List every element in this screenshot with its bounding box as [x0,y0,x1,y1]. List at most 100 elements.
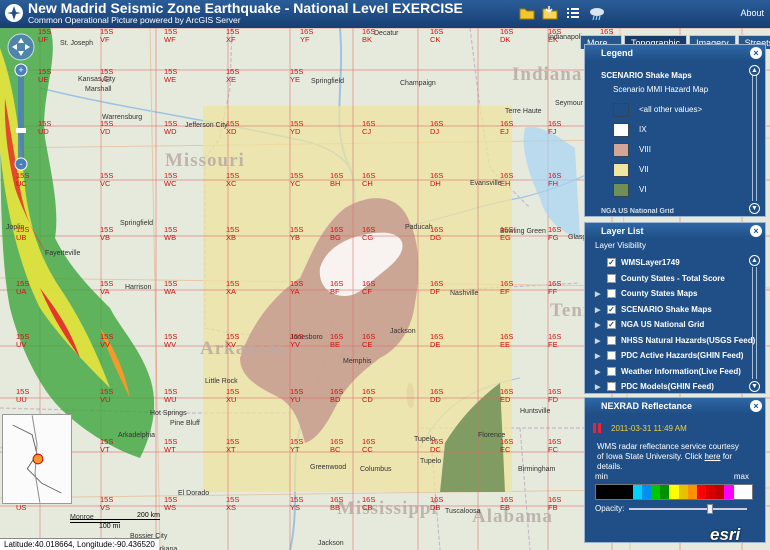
color-scale-step [605,485,615,499]
grid-square: BK [362,35,373,44]
grid-label: 16S DJ [430,120,443,136]
scroll-down-icon[interactable]: ▼ [749,381,760,392]
color-scale-step [742,485,752,499]
grid-label: 16S EF [500,280,513,296]
color-scale-step [651,485,661,499]
grid-label: 16S EC [500,438,513,454]
nexrad-description: WMS radar reflectance service courtesy o… [597,442,747,472]
city-label: Springfield [311,78,345,85]
grid-square: DJ [430,127,440,136]
layer-checkbox[interactable] [607,335,616,345]
scroll-up-icon[interactable]: ▲ [749,255,760,266]
close-icon[interactable]: × [750,225,762,237]
state-label: Indiana [512,64,583,85]
expand-arrow-icon[interactable]: ▶ [595,368,600,376]
scroll-up-icon[interactable]: ▲ [749,65,760,76]
city-label: Jackson [318,540,344,547]
layer-list-scrollbar[interactable] [752,267,757,379]
expand-arrow-icon[interactable]: ▶ [595,306,600,314]
grid-square: XS [226,503,237,512]
expand-arrow-icon[interactable]: ▶ [595,352,600,360]
layer-checkbox[interactable] [607,351,616,360]
grid-square: XF [226,35,236,44]
expand-arrow-icon[interactable]: ▶ [595,290,600,298]
city-label: Pine Bluff [170,420,200,427]
grid-label: 15S YU [290,388,303,404]
grid-square: CC [362,445,373,454]
layer-checkbox[interactable] [607,273,616,283]
grid-label: 16S BB [330,496,343,512]
grid-label: 15S YB [290,226,303,242]
grid-label: 16S EJ [500,120,513,136]
color-scale-step [706,485,716,499]
opacity-slider[interactable] [629,504,747,514]
close-icon[interactable]: × [750,400,762,412]
grid-label: 16S DC [430,438,443,454]
grid-square: FB [548,503,558,512]
city-label: Memphis [343,358,372,365]
grid-label: 15S WD [164,120,177,136]
legend-item-label: VII [639,165,649,174]
color-scale-step [724,485,734,499]
folder-icon[interactable] [518,4,536,22]
grid-label: 16S BK [362,28,375,44]
expand-arrow-icon[interactable]: ▶ [595,383,600,391]
grid-square: VS [100,503,111,512]
city-label: Tupelo [420,458,442,465]
grid-square: VT [100,445,110,454]
grid-label: 15S XF [226,28,239,44]
state-label: Arkansas [200,338,286,359]
city-label: Jackson [390,328,416,335]
weather-icon[interactable] [588,4,606,22]
grid-label: 15S YD [290,120,303,136]
color-scale-step [678,485,688,499]
layer-label: County States - Total Score [621,273,725,283]
grid-label: 16S CJ [362,120,375,136]
open-folder-icon[interactable] [541,4,559,22]
close-icon[interactable]: × [750,47,762,59]
zoom-navigation-control[interactable]: + - [6,32,36,182]
color-scale-step [614,485,624,499]
city-label: Tuscaloosa [445,508,481,515]
legend-panel: Legend × SCENARIO Shake Maps Scenario MM… [584,44,766,217]
layer-checkbox[interactable] [607,366,616,376]
pause-icon[interactable] [593,423,602,433]
grid-label: 16S CE [362,333,375,349]
expand-arrow-icon[interactable]: ▶ [595,321,600,329]
color-scale-step [623,485,633,499]
city-label: St. Joseph [60,40,94,47]
legend-swatch [613,183,629,197]
grid-square: EK [548,35,559,44]
legend-scrollbar[interactable] [752,75,757,201]
scroll-down-icon[interactable]: ▼ [749,203,760,214]
grid-label: 15S XV [226,333,239,349]
grid-label: 16S BH [330,172,343,188]
city-label: Columbus [360,466,392,473]
grid-label: 16S CD [362,388,375,404]
city-label: Greenwood [310,464,347,471]
layer-label: SCENARIO Shake Maps [621,304,712,314]
layer-checkbox[interactable] [607,289,616,298]
color-scale-step [733,485,743,499]
grid-square: XE [226,75,237,84]
layer-checkbox[interactable]: ✓ [607,304,616,314]
layer-checkbox[interactable] [607,382,616,391]
list-icon[interactable] [564,4,582,22]
grid-square: DB [430,503,441,512]
details-link[interactable]: here [704,452,720,461]
layer-checkbox[interactable]: ✓ [607,320,616,329]
grid-label: 15S XB [226,226,239,242]
expand-arrow-icon[interactable]: ▶ [595,337,600,345]
layer-checkbox[interactable]: ✓ [607,258,616,267]
city-label: Terre Haute [505,108,542,115]
grid-square: DC [430,445,441,454]
grid-label: 16S FC [548,438,561,454]
grid-label: 16S DK [500,28,513,44]
opacity-label: Opacity: [595,504,625,513]
grid-square: FC [548,445,558,454]
scale-km: 200 km [70,512,160,520]
opacity-slider-thumb[interactable] [707,504,714,514]
overview-map[interactable] [2,414,72,504]
about-link[interactable]: About [740,8,764,18]
grid-square: XU [226,395,237,404]
